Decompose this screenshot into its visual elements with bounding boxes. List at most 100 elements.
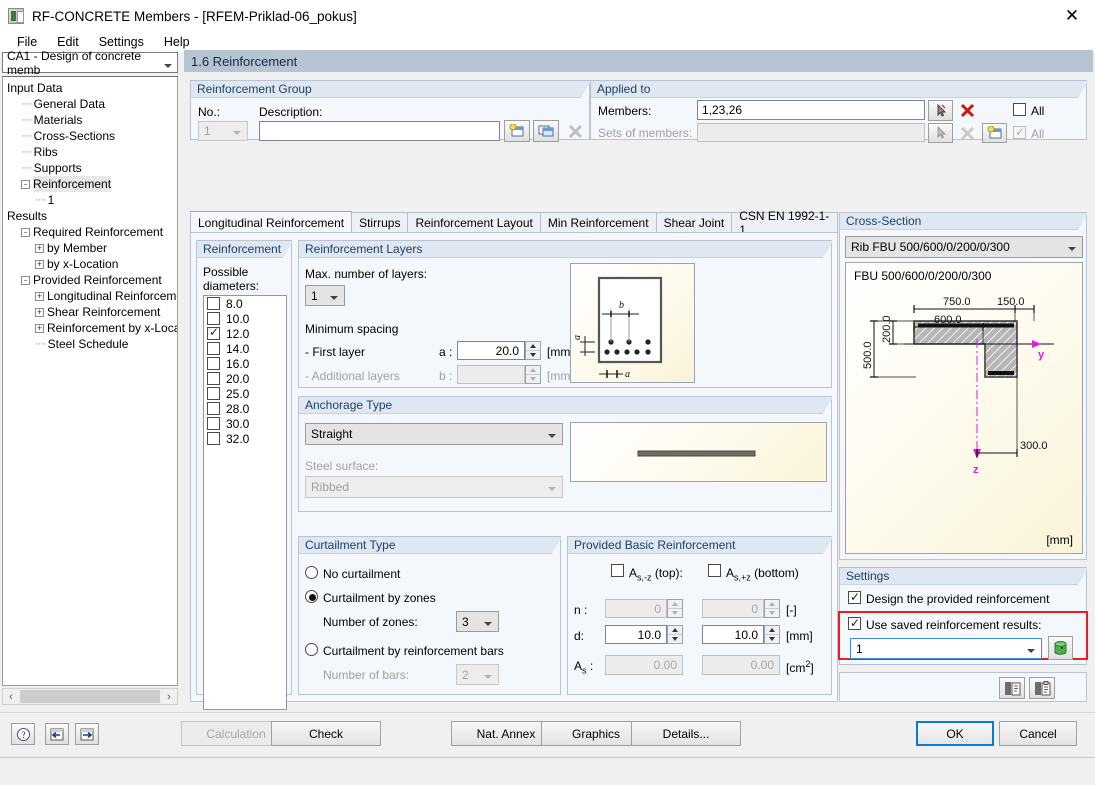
diameter-checkbox[interactable]	[207, 402, 220, 415]
tab-min-reinforcement[interactable]: Min Reinforcement	[539, 212, 657, 233]
cross-section-drawing[interactable]: FBU 500/600/0/200/0/300 [mm] y z 750.0 1…	[845, 262, 1083, 554]
tree-item[interactable]: ···· Cross-Sections	[3, 128, 177, 144]
diameter-checkbox[interactable]	[207, 357, 220, 370]
copy-group-icon[interactable]	[533, 120, 559, 142]
tree-item[interactable]: - Required Reinforcement	[3, 224, 177, 240]
tree-item[interactable]: + Shear Reinforcement	[3, 304, 177, 320]
tree-item[interactable]: + by x-Location	[3, 256, 177, 272]
diameter-item[interactable]: ✓ 12.0	[204, 326, 286, 341]
d-top-stepper[interactable]	[667, 625, 683, 644]
diameter-checkbox[interactable]	[207, 297, 220, 310]
saved-results-select[interactable]: 1	[850, 638, 1042, 659]
clear-members-icon[interactable]	[955, 100, 980, 121]
stepper-up-icon[interactable]	[765, 626, 779, 635]
tree-item[interactable]: - Reinforcement	[3, 176, 177, 192]
members-input[interactable]: 1,23,26	[697, 100, 925, 120]
ok-button[interactable]: OK	[916, 721, 994, 746]
diameter-item[interactable]: 32.0	[204, 431, 286, 446]
d-bottom-stepper[interactable]	[764, 625, 780, 644]
navigator-tree[interactable]: Input Data ···· General Data ···· Materials ·…	[2, 76, 178, 686]
tree-item[interactable]: ···· Materials	[3, 112, 177, 128]
stepper-up-icon[interactable]	[668, 626, 682, 635]
tree-item[interactable]: + by Member	[3, 240, 177, 256]
tree-item[interactable]: ···· Ribs	[3, 144, 177, 160]
expand-icon[interactable]: +	[35, 243, 44, 253]
use-saved-checkbox[interactable]: ✓	[848, 617, 861, 630]
tree-item[interactable]: ···· General Data	[3, 96, 177, 112]
diameter-checkbox[interactable]	[207, 342, 220, 355]
tree-item[interactable]: Results	[3, 208, 177, 224]
radio-curtailment-by-bars[interactable]	[305, 643, 318, 656]
new-set-icon[interactable]	[982, 123, 1007, 143]
stepper-down-icon[interactable]	[668, 635, 682, 643]
tab-shear-joint[interactable]: Shear Joint	[655, 212, 733, 233]
table-paste-icon[interactable]	[1029, 677, 1055, 699]
tree-item[interactable]: - Provided Reinforcement	[3, 272, 177, 288]
tab-reinforcement-layout[interactable]: Reinforcement Layout	[407, 212, 541, 233]
diameter-checkbox[interactable]	[207, 372, 220, 385]
cancel-button[interactable]: Cancel	[999, 721, 1077, 746]
module-select[interactable]: CA1 - Design of concrete memb	[2, 49, 178, 77]
scroll-thumb[interactable]	[20, 690, 160, 703]
first-layer-input[interactable]: 20.0	[457, 341, 525, 360]
diameter-item[interactable]: 28.0	[204, 401, 286, 416]
diameter-list[interactable]: 8.0 10.0 ✓ 12.0 14.0 16.0 20.0 25.0 28.0 30.0 32.0	[203, 295, 287, 710]
all-members-checkbox[interactable]	[1013, 103, 1026, 116]
as-top-checkbox[interactable]	[611, 564, 624, 577]
diameter-item[interactable]: 10.0	[204, 311, 286, 326]
collapse-icon[interactable]: -	[21, 275, 30, 285]
as-bottom-checkbox[interactable]	[708, 564, 721, 577]
details-button[interactable]: Details...	[631, 721, 741, 746]
diameter-checkbox[interactable]: ✓	[207, 326, 220, 340]
diameter-item[interactable]: 16.0	[204, 356, 286, 371]
tree-item[interactable]: +Longitudinal Reinforcement	[3, 288, 177, 304]
navigator-hscrollbar[interactable]: ‹ ›	[2, 688, 178, 705]
delete-group-icon[interactable]	[562, 120, 588, 142]
import-results-icon[interactable]	[1048, 636, 1073, 660]
next-page-icon[interactable]	[75, 723, 99, 745]
tree-item[interactable]: +Reinforcement by x-Locatio	[3, 320, 177, 336]
number-of-zones-select[interactable]: 3	[456, 611, 499, 632]
tree-item[interactable]: Input Data	[3, 80, 177, 96]
table-copy-icon[interactable]	[999, 677, 1025, 699]
collapse-icon[interactable]: -	[21, 179, 30, 189]
help-icon[interactable]: ?	[11, 723, 35, 745]
new-group-icon[interactable]	[504, 120, 530, 142]
scroll-left-icon[interactable]: ‹	[3, 691, 19, 703]
anchorage-type-select[interactable]: Straight	[305, 423, 563, 445]
radio-curtailment-by-zones[interactable]	[305, 590, 318, 603]
diameter-item[interactable]: 20.0	[204, 371, 286, 386]
stepper-up-icon[interactable]	[526, 342, 540, 351]
tree-item[interactable]: ···· Steel Schedule	[3, 336, 177, 352]
tab-csn-en-1992-1-1[interactable]: CSN EN 1992-1-1	[731, 209, 838, 237]
tree-item[interactable]: ···· 1	[3, 192, 177, 208]
expand-icon[interactable]: +	[35, 291, 44, 301]
diameter-item[interactable]: 8.0	[204, 296, 286, 311]
close-icon[interactable]: ✕	[1049, 0, 1095, 32]
d-top-input[interactable]: 10.0	[605, 625, 667, 644]
diameter-item[interactable]: 30.0	[204, 416, 286, 431]
cross-section-select[interactable]: Rib FBU 500/600/0/200/0/300	[845, 236, 1083, 258]
stepper-down-icon[interactable]	[765, 635, 779, 643]
scroll-right-icon[interactable]: ›	[161, 691, 177, 703]
expand-icon[interactable]: +	[35, 307, 44, 317]
tab-stirrups[interactable]: Stirrups	[351, 212, 409, 233]
design-provided-checkbox[interactable]: ✓	[848, 591, 861, 604]
diameter-checkbox[interactable]	[207, 432, 220, 445]
collapse-icon[interactable]: -	[21, 227, 30, 237]
max-layers-select[interactable]: 1	[305, 285, 345, 306]
d-bottom-input[interactable]: 10.0	[702, 625, 764, 644]
diameter-item[interactable]: 14.0	[204, 341, 286, 356]
tab-longitudinal-reinforcement[interactable]: Longitudinal Reinforcement	[190, 211, 353, 234]
group-description-input[interactable]	[259, 121, 500, 141]
diameter-checkbox[interactable]	[207, 417, 220, 430]
expand-icon[interactable]: +	[35, 259, 44, 269]
pick-members-icon[interactable]	[928, 100, 953, 121]
radio-no-curtailment[interactable]	[305, 566, 318, 579]
diameter-item[interactable]: 25.0	[204, 386, 286, 401]
first-layer-stepper[interactable]	[525, 341, 541, 360]
prev-page-icon[interactable]	[45, 723, 69, 745]
diameter-checkbox[interactable]	[207, 312, 220, 325]
stepper-down-icon[interactable]	[526, 351, 540, 359]
expand-icon[interactable]: +	[35, 323, 44, 333]
